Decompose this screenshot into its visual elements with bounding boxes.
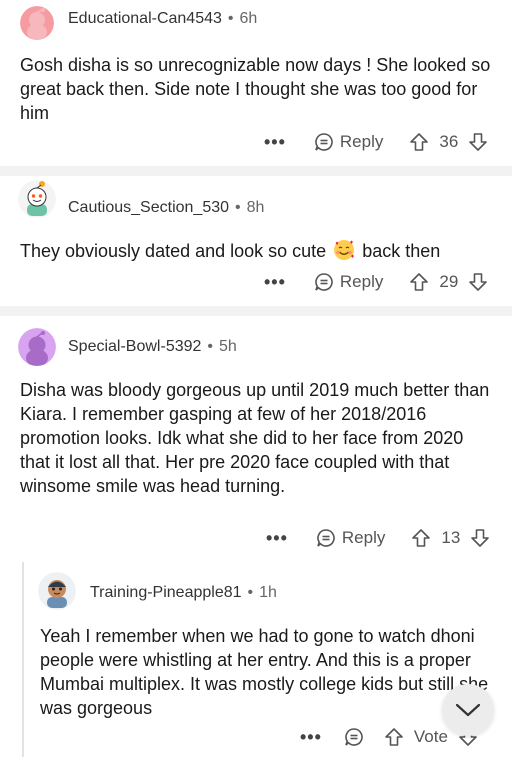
comment-divider [0,306,512,316]
reply-bubble-icon [345,728,363,746]
avatar[interactable] [18,180,56,218]
vote-score: 36 [439,132,459,151]
reply-button[interactable]: Reply [314,272,383,292]
comment-actions: ••• Reply 29 [264,268,488,296]
comment-body: They obviously dated and look so cute ba… [20,239,500,263]
comment-meta: Training-Pineapple81 • 1h [90,584,277,602]
username[interactable]: Cautious_Section_530 [68,199,229,217]
reply-label: Reply [341,528,386,547]
comment-1: Educational-Can4543 • 6h Gosh disha is s… [0,0,512,170]
vote-controls: 13 [411,528,490,548]
downvote-arrow-icon[interactable] [470,528,490,548]
reply-button[interactable]: Reply [316,528,385,548]
comment-body: Yeah I remember when we had to gone to w… [40,626,489,718]
reply-button[interactable] [344,727,364,747]
separator-dot: • [235,199,241,216]
reply-button[interactable]: Reply [314,132,383,152]
upvote-arrow-icon[interactable] [409,272,429,292]
avatar[interactable] [38,572,76,610]
more-dots-icon[interactable]: ••• [300,727,322,748]
scroll-down-button[interactable] [442,684,494,736]
comment-body: Disha was bloody gorgeous up until 2019 … [20,380,490,496]
vote-score: 29 [439,272,459,291]
username[interactable]: Educational-Can4543 [68,10,222,28]
comment-meta: Educational-Can4543 • 6h [68,10,257,28]
username[interactable]: Training-Pineapple81 [90,584,242,602]
comment-actions: ••• Reply 13 [266,524,490,552]
more-dots-icon[interactable]: ••• [264,132,286,153]
avatar[interactable] [18,328,56,366]
vote-score: 13 [441,528,461,547]
downvote-arrow-icon[interactable] [468,272,488,292]
timestamp: 5h [219,338,237,355]
upvote-arrow-icon[interactable] [411,528,431,548]
separator-dot: • [207,338,214,355]
reply-bubble-icon [315,273,333,291]
comment-meta: Cautious_Section_530 • 8h [68,199,264,217]
timestamp: 1h [259,584,277,601]
reply-bubble-icon [315,133,333,151]
avatar[interactable] [20,6,54,40]
comment-4-reply: Training-Pineapple81 • 1h Yeah I remembe… [0,562,512,757]
reply-label: Reply [339,132,384,151]
downvote-arrow-icon[interactable] [468,132,488,152]
upvote-arrow-icon[interactable] [409,132,429,152]
more-dots-icon[interactable]: ••• [264,272,286,293]
timestamp: 8h [246,199,265,216]
vote-controls: 29 [409,272,488,292]
comment-actions: ••• Reply 36 [264,128,488,156]
comment-2: Cautious_Section_530 • 8h They obviously… [0,176,512,306]
username[interactable]: Special-Bowl-5392 [68,338,201,356]
upvote-arrow-icon[interactable] [384,727,404,747]
comment-body: Gosh disha is so unrecognizable now days… [20,55,491,123]
comment-text-before: They obviously dated and look so cute [20,241,327,261]
vote-controls: 36 [409,132,488,152]
separator-dot: • [227,10,234,27]
separator-dot: • [247,584,254,601]
comment-text-after: back then [362,241,441,261]
comment-divider [0,166,512,176]
comment-meta: Special-Bowl-5392 • 5h [68,338,237,356]
vote-label: Vote [413,727,448,746]
more-dots-icon[interactable]: ••• [266,528,288,549]
reply-label: Reply [339,272,384,291]
smiling-face-with-hearts-icon [334,240,355,260]
chevron-down-icon [455,703,481,717]
timestamp: 6h [239,10,258,27]
reply-bubble-icon [317,529,335,547]
